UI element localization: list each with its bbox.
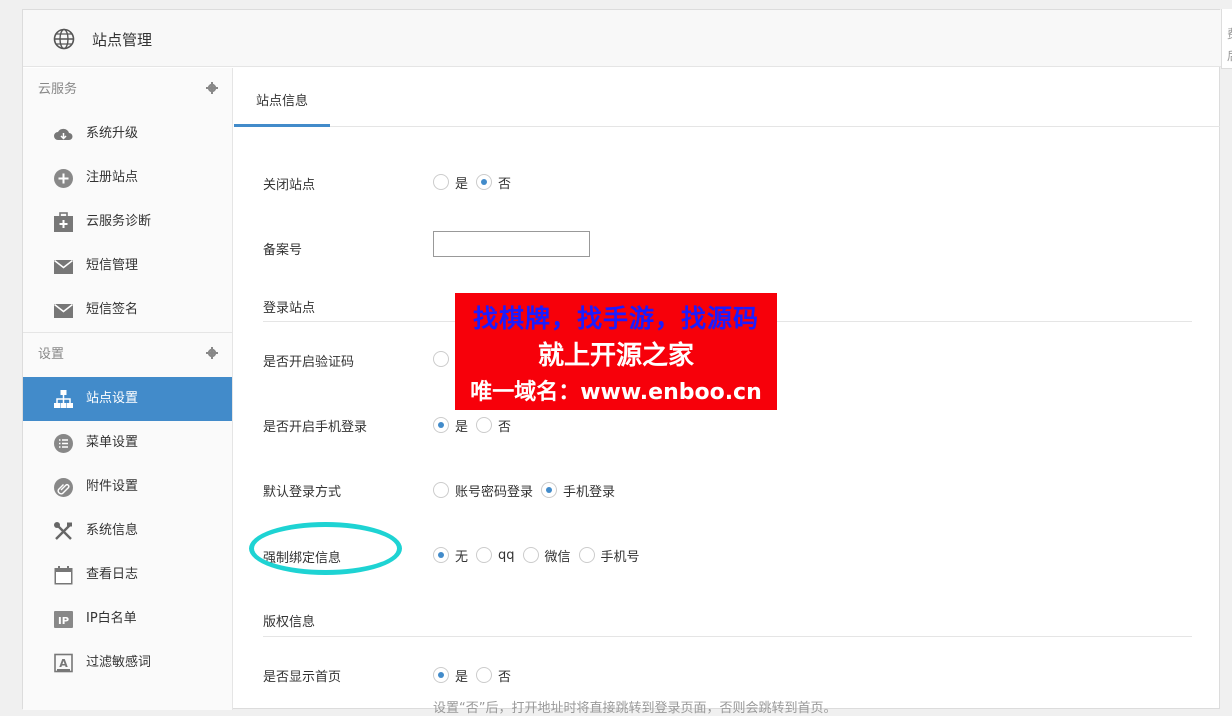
sidebar-section-title: 设置 bbox=[38, 347, 65, 362]
sidebar-item-label: 短信管理 bbox=[86, 258, 139, 273]
show-home-radio-no[interactable] bbox=[476, 667, 493, 683]
divider bbox=[263, 636, 1192, 637]
show-home-radio-yes[interactable] bbox=[433, 667, 449, 683]
annotation-ellipse bbox=[249, 522, 402, 575]
watermark-banner: 找棋牌，找手游，找源码 就上开源之家 唯一域名：www.enboo.cn bbox=[455, 293, 777, 410]
show-home-radio-group: 是 否 bbox=[433, 665, 519, 685]
default-login-radio-mobile[interactable] bbox=[541, 482, 558, 498]
banner-line-2: 就上开源之家 bbox=[537, 341, 694, 371]
sidebar-section-cloud: 云服务 bbox=[23, 68, 232, 112]
sidebar-item-system-info[interactable]: 系统信息 bbox=[23, 509, 232, 553]
sidebar: 云服务 系统升级 注册站点 云服务诊断 短信管理 短信签名 设置 站点设置 菜单… bbox=[23, 68, 233, 710]
default-login-label: 默认登录方式 bbox=[263, 485, 342, 500]
radio-option-label: 否 bbox=[498, 419, 512, 435]
text-filter-icon: A bbox=[54, 653, 73, 673]
sidebar-item-label: 云服务诊断 bbox=[86, 214, 152, 229]
close-site-radio-yes[interactable] bbox=[433, 174, 449, 190]
mobile-login-radio-no[interactable] bbox=[476, 417, 493, 433]
mobile-login-radio-group: 是 否 bbox=[433, 415, 519, 435]
captcha-radio-group bbox=[433, 349, 455, 369]
close-site-radio-no[interactable] bbox=[476, 174, 493, 190]
sidebar-item-label: 站点设置 bbox=[86, 391, 139, 406]
sidebar-item-label: 查看日志 bbox=[86, 567, 139, 582]
tab-site-info[interactable]: 站点信息 bbox=[234, 68, 330, 127]
sidebar-item-sms-signature[interactable]: 短信签名 bbox=[23, 288, 232, 332]
login-section-title: 登录站点 bbox=[263, 301, 316, 316]
icp-input[interactable] bbox=[433, 231, 590, 257]
banner-line-3: 唯一域名：www.enboo.cn bbox=[470, 380, 762, 405]
icp-label: 备案号 bbox=[263, 243, 303, 258]
sidebar-item-label: 菜单设置 bbox=[86, 435, 139, 450]
radio-option-label: 是 bbox=[455, 176, 469, 192]
sidebar-item-label: IP白名单 bbox=[86, 611, 137, 626]
captcha-label: 是否开启验证码 bbox=[263, 355, 355, 370]
sidebar-item-label: 短信签名 bbox=[86, 302, 139, 317]
sidebar-item-cloud-diagnosis[interactable]: 云服务诊断 bbox=[23, 200, 232, 244]
sidebar-section-settings: 设置 bbox=[23, 333, 232, 377]
calendar-icon bbox=[54, 566, 73, 585]
force-bind-radio-none[interactable] bbox=[433, 547, 449, 563]
sidebar-item-view-logs[interactable]: 查看日志 bbox=[23, 553, 232, 597]
sidebar-section-title: 云服务 bbox=[38, 82, 78, 97]
medkit-icon bbox=[54, 212, 73, 232]
tab-bar: 站点信息 bbox=[234, 68, 1220, 127]
radio-option-label: 是 bbox=[455, 419, 469, 435]
sidebar-item-menu-settings[interactable]: 菜单设置 bbox=[23, 421, 232, 465]
page-title: 站点管理 bbox=[92, 31, 153, 49]
sidebar-item-label: 附件设置 bbox=[86, 479, 139, 494]
banner-line-1: 找棋牌，找手游，找源码 bbox=[472, 304, 759, 333]
paperclip-circle-icon bbox=[54, 478, 73, 497]
sidebar-item-ip-whitelist[interactable]: IP IP白名单 bbox=[23, 597, 232, 641]
show-home-label: 是否显示首页 bbox=[263, 670, 342, 685]
cloud-download-icon bbox=[54, 128, 73, 140]
tools-icon bbox=[54, 522, 72, 540]
radio-option-label: 是 bbox=[455, 669, 469, 685]
ip-icon: IP bbox=[54, 611, 73, 628]
sidebar-item-sensitive-words[interactable]: A 过滤敏感词 bbox=[23, 641, 232, 685]
list-circle-icon bbox=[54, 434, 73, 453]
sidebar-item-register-site[interactable]: 注册站点 bbox=[23, 156, 232, 200]
force-bind-radio-qq[interactable] bbox=[476, 547, 493, 563]
default-login-radio-password[interactable] bbox=[433, 482, 449, 498]
globe-icon bbox=[53, 28, 75, 50]
radio-option-label: 微信 bbox=[544, 549, 571, 565]
sidebar-item-sms-management[interactable]: 短信管理 bbox=[23, 244, 232, 288]
close-site-radio-group: 是 否 bbox=[433, 172, 519, 192]
sidebar-item-site-settings[interactable]: 站点设置 bbox=[23, 377, 232, 421]
svg-text:IP: IP bbox=[58, 616, 69, 627]
show-home-hint: 设置“否”后，打开地址时将直接跳转到登录页面，否则会跳转到首页。 bbox=[433, 701, 837, 716]
sidebar-item-label: 系统升级 bbox=[86, 126, 139, 141]
sidebar-item-system-upgrade[interactable]: 系统升级 bbox=[23, 112, 232, 156]
force-bind-radio-wechat[interactable] bbox=[522, 547, 539, 563]
plus-circle-icon bbox=[54, 169, 73, 188]
sidebar-item-attachment-settings[interactable]: 附件设置 bbox=[23, 465, 232, 509]
radio-option-label: 否 bbox=[498, 176, 512, 192]
sidebar-item-label: 注册站点 bbox=[86, 170, 139, 185]
page-header: 站点管理 bbox=[23, 10, 1221, 67]
sidebar-item-label: 系统信息 bbox=[86, 523, 139, 538]
gear-icon[interactable] bbox=[206, 82, 218, 94]
mobile-login-label: 是否开启手机登录 bbox=[263, 420, 368, 435]
force-bind-radio-phone[interactable] bbox=[578, 547, 595, 563]
gear-icon[interactable] bbox=[206, 347, 218, 359]
adjacent-panel-edge: 费 后 bbox=[1221, 9, 1232, 69]
copyright-section-title: 版权信息 bbox=[263, 615, 316, 630]
close-site-label: 关闭站点 bbox=[263, 178, 316, 193]
radio-option-label: 否 bbox=[498, 669, 512, 685]
radio-option-label: 手机登录 bbox=[563, 484, 616, 500]
radio-option-label: 手机号 bbox=[600, 549, 640, 565]
sidebar-item-label: 过滤敏感词 bbox=[86, 655, 152, 670]
sitemap-icon bbox=[54, 390, 73, 408]
captcha-radio-yes[interactable] bbox=[433, 351, 449, 367]
radio-option-label: 无 bbox=[455, 549, 469, 565]
radio-option-label: qq bbox=[498, 547, 515, 563]
radio-option-label: 账号密码登录 bbox=[455, 484, 534, 500]
force-bind-radio-group: 无 qq 微信 手机号 bbox=[433, 545, 648, 565]
default-login-radio-group: 账号密码登录 手机登录 bbox=[433, 480, 623, 500]
envelope-icon bbox=[54, 303, 73, 318]
svg-text:A: A bbox=[59, 657, 68, 670]
mobile-login-radio-yes[interactable] bbox=[433, 417, 449, 433]
envelope-icon bbox=[54, 259, 73, 274]
